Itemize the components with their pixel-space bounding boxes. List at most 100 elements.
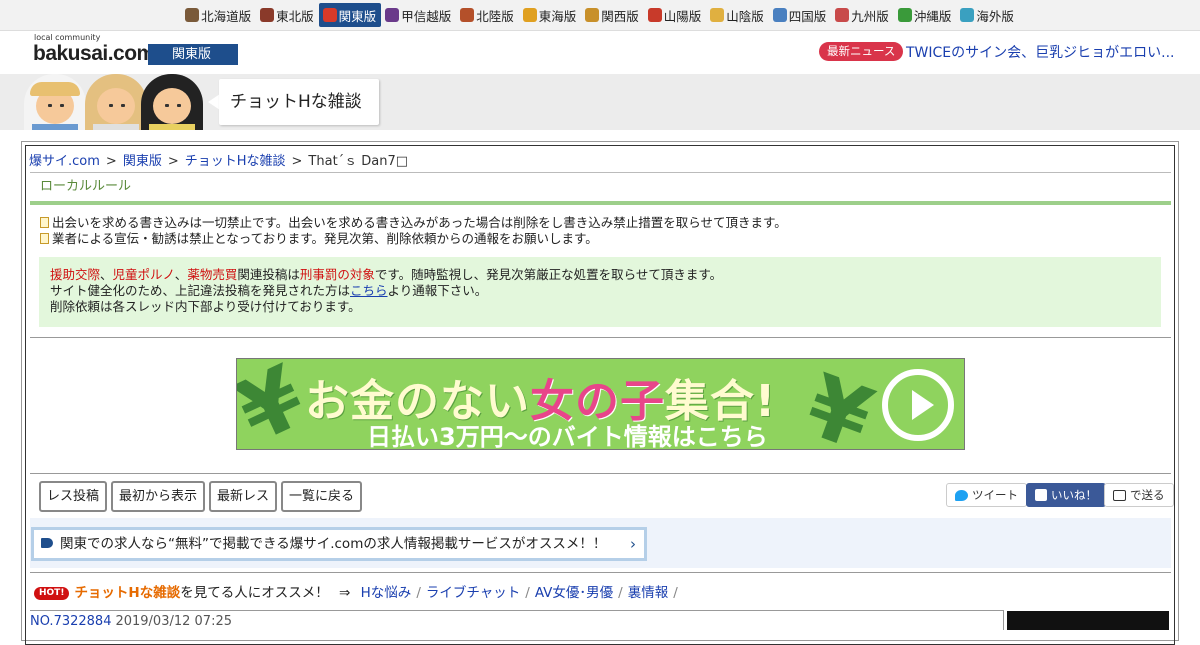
character-illustration (24, 74, 86, 130)
region-tab-label: 甲信越版 (401, 8, 452, 24)
rule-item: 出会いを求める書き込みは一切禁止です。出会いを求める書き込みがあった場合は削除を… (40, 215, 787, 231)
region-tab-11[interactable]: 沖縄版 (894, 3, 957, 27)
recommend-board[interactable]: チョットHな雑談 (74, 585, 180, 601)
arrow-icon: ⇒ (339, 585, 351, 601)
region-tab-4[interactable]: 北陸版 (456, 3, 519, 27)
region-tab-label: 関東版 (338, 8, 377, 24)
news-headline-link[interactable]: TWICEのサイン会、巨乳ジヒョがエロい... (906, 42, 1175, 62)
rule-item: 業者による宣伝・勧誘は禁止となっております。発見次第、削除依頼からの通報をお願い… (40, 231, 787, 247)
megaphone-icon (41, 538, 53, 548)
send-mail-button[interactable]: で送る (1104, 483, 1174, 507)
board-title: チョットHな雑談 (219, 79, 379, 125)
latest-replies-button[interactable]: 最新レス (209, 481, 278, 512)
report-link[interactable]: こちら (350, 283, 388, 298)
region-tab-label: 北陸版 (476, 8, 514, 24)
facebook-icon (1035, 489, 1047, 501)
character-illustration (85, 74, 147, 130)
cow-icon (185, 8, 200, 22)
document-icon (40, 217, 49, 228)
divider (30, 337, 1171, 338)
region-tab-2[interactable]: 関東版 (318, 3, 382, 27)
breadcrumb: 爆サイ.com > 関東版 > チョットHな雑談 > That´ｓ Dan7□ (29, 150, 408, 169)
slash-separator: / (525, 585, 530, 601)
recommend-link[interactable]: AV女優･男優 (535, 585, 613, 601)
mail-icon (1113, 489, 1126, 501)
slash-separator: / (618, 585, 623, 601)
region-tab-7[interactable]: 山陽版 (644, 3, 707, 27)
notice-warning: 薬物売買 (187, 267, 238, 282)
fish-icon (522, 8, 537, 22)
region-tab-8[interactable]: 山陰版 (706, 3, 769, 27)
notice-warning: 児童ポルノ (112, 267, 175, 282)
recommend-link[interactable]: 裏情報 (628, 585, 669, 601)
recommend-link[interactable]: Hな悩み (361, 585, 412, 601)
bowl-icon (772, 8, 787, 22)
gate-icon (460, 8, 475, 22)
post-header: NO.7322884 2019/03/12 07:25 (30, 610, 1004, 630)
region-tab-12[interactable]: 海外版 (956, 3, 1019, 27)
region-tab-label: 四国版 (788, 8, 827, 24)
breadcrumb-region[interactable]: 関東版 (123, 154, 162, 169)
breadcrumb-separator: > (291, 154, 303, 169)
reply-button[interactable]: レス投稿 (39, 481, 108, 512)
breadcrumb-home[interactable]: 爆サイ.com (29, 154, 100, 169)
tweet-button[interactable]: ツイート (946, 483, 1027, 507)
breadcrumb-separator: > (167, 154, 179, 169)
region-tab-label: 海外版 (976, 8, 1014, 24)
facebook-like-button[interactable]: いいね！ (1026, 483, 1106, 507)
notice-warning: 援助交際 (50, 267, 101, 282)
divider (30, 572, 1171, 573)
hot-badge: HOT! (34, 587, 70, 600)
breadcrumb-current: That´ｓ Dan7□ (308, 154, 409, 169)
rule-text: 業者による宣伝・勧誘は禁止となっております。発見次第、削除依頼からの通報をお願い… (52, 231, 598, 246)
thread-toolbar: レス投稿 最初から表示 最新レス 一覧に戻る (39, 481, 363, 512)
breadcrumb-board[interactable]: チョットHな雑談 (185, 154, 286, 169)
region-tab-6[interactable]: 関西版 (581, 3, 644, 27)
slash-separator: / (673, 585, 678, 601)
site-header: local community bakusai.com 関東版 最新ニュース T… (0, 31, 1200, 74)
takoyaki-icon (585, 8, 600, 22)
shrine-icon (647, 8, 662, 22)
notice-text: 削除依頼は各スレッド内下部より受け付けております。 (50, 299, 361, 314)
yen-icon: ¥ (793, 358, 885, 450)
post-date: 2019/03/12 07:25 (115, 614, 232, 629)
mask-icon (260, 8, 275, 22)
post-number-link[interactable]: NO.7322884 (30, 614, 111, 629)
promo-text: 関東での求人なら“無料”で掲載できる爆サイ.comの求人情報掲載サービスがオスス… (60, 536, 607, 552)
region-tab-10[interactable]: 九州版 (831, 3, 894, 27)
job-ad-banner[interactable]: ¥ ¥ お金のない女の子集合! 日払い3万円～のバイト情報はこちら (236, 358, 965, 450)
noodle-icon (710, 8, 725, 22)
region-tab-9[interactable]: 四国版 (769, 3, 832, 27)
legal-notice: 援助交際、児童ポルノ、薬物売買関連投稿は刑事罰の対象です。随時監視し、発見次第厳… (39, 257, 1161, 327)
back-to-list-button[interactable]: 一覧に戻る (281, 481, 363, 512)
region-tab-3[interactable]: 甲信越版 (381, 3, 456, 27)
region-tab-label: 東海版 (538, 8, 577, 24)
region-tab-0[interactable]: 北海道版 (181, 3, 256, 27)
region-tab-5[interactable]: 東海版 (519, 3, 582, 27)
notice-text: サイト健全化のため、上記違法投稿を発見された方は (50, 283, 351, 298)
chevron-right-icon: › (630, 535, 636, 553)
tower-icon (322, 8, 337, 22)
show-from-start-button[interactable]: 最初から表示 (111, 481, 206, 512)
fish-icon (835, 8, 850, 22)
play-icon (882, 369, 954, 441)
recommend-bar: HOT! チョットHな雑談を見てる人にオススメ！ ⇒ Hな悩み / ライブチャット / A… (34, 581, 683, 601)
notice-text: 、 (100, 267, 113, 282)
recommend-text: を見てる人にオススメ！ (180, 585, 329, 601)
notice-warning: 刑事罰の対象 (299, 267, 375, 282)
side-ad-box (1007, 611, 1169, 630)
site-logo[interactable]: bakusai.com (33, 42, 155, 66)
job-listing-promo-link[interactable]: 関東での求人なら“無料”で掲載できる爆サイ.comの求人情報掲載サービスがオスス… (31, 527, 647, 561)
region-tab-1[interactable]: 東北版 (256, 3, 319, 27)
recommend-link[interactable]: ライブチャット (426, 585, 520, 601)
notice-text: 、 (174, 267, 188, 282)
region-tab-label: 北海道版 (201, 8, 252, 24)
breadcrumb-separator: > (105, 154, 117, 169)
region-tab-label: 沖縄版 (913, 8, 952, 24)
slash-separator: / (416, 585, 421, 601)
board-banner: チョットHな雑談 (0, 74, 1200, 130)
local-rules-title: ローカルルール (30, 172, 1171, 202)
ad-subheadline: 日払い3万円～のバイト情報はこちら (367, 423, 768, 450)
notice-text: 関連投稿は (237, 267, 300, 282)
local-rules-list: 出会いを求める書き込みは一切禁止です。出会いを求める書き込みがあった場合は削除を… (40, 215, 787, 247)
